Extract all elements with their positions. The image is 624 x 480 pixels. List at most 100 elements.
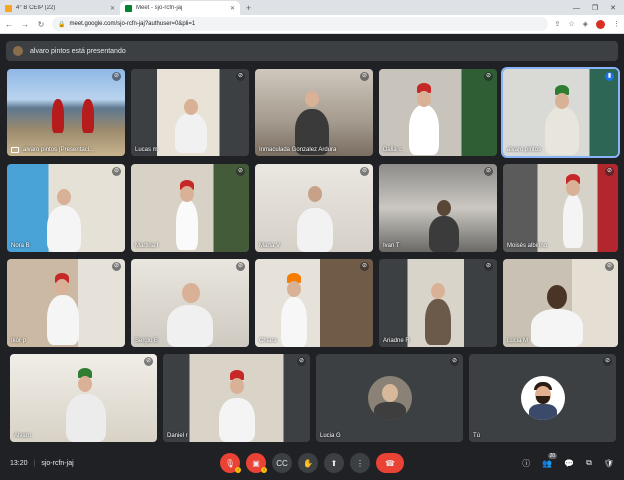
person-head <box>78 376 92 392</box>
person-figure <box>175 113 207 153</box>
call-controls: 🎙! ▣! CC ✋ ⬆ ⋮ ☎ <box>220 453 404 473</box>
participant-tile[interactable]: Marta V ⊘ <box>255 164 373 252</box>
people-count-badge: 20 <box>547 452 558 459</box>
mic-off-icon: ⊘ <box>112 72 121 81</box>
participant-tile[interactable]: Dalia c ⊘ <box>379 69 497 156</box>
mic-off-icon: ⊘ <box>603 357 612 366</box>
share-icon[interactable]: ⇪ <box>554 20 560 28</box>
url-bar[interactable]: 🔒 meet.google.com/sjo-rcfn-jaj?authuser=… <box>52 17 549 31</box>
mic-off-icon: ⊘ <box>236 167 245 176</box>
person-figure <box>176 200 198 250</box>
raise-hand-button[interactable]: ✋ <box>298 453 318 473</box>
person-head <box>431 283 445 299</box>
participant-tile-self[interactable]: Tú ⊘ <box>469 354 616 442</box>
beach-presentation-image <box>7 69 125 156</box>
host-controls-icon[interactable]: 🛡 <box>604 459 614 468</box>
participant-name: alvaro pintos (Presentaci... <box>23 147 95 153</box>
participant-tile[interactable]: Moisés albinno ⊘ <box>503 164 618 252</box>
participant-tile-speaking[interactable]: alvaro pintos ▮ <box>501 67 620 158</box>
person-head <box>566 180 580 196</box>
participant-tile[interactable]: alvaro pintos (Presentaci... ⊘ <box>7 69 125 156</box>
person-head <box>230 378 244 394</box>
microphone-toggle-button[interactable]: 🎙! <box>220 453 241 473</box>
captions-button[interactable]: CC <box>272 453 292 473</box>
participant-tile[interactable]: Lucia M ⊘ <box>503 259 618 347</box>
warning-icon: ! <box>261 467 267 473</box>
close-tab-icon[interactable]: ✕ <box>110 5 115 12</box>
separator: | <box>33 459 36 467</box>
extensions-icon[interactable]: ◈ <box>583 20 588 28</box>
participant-name: Dalia c <box>383 147 402 153</box>
participant-name: Chiara <box>259 338 277 344</box>
reload-icon[interactable]: ↻ <box>36 20 46 29</box>
present-screen-button[interactable]: ⬆ <box>324 453 344 473</box>
maximize-button[interactable]: ❐ <box>592 4 598 12</box>
person-figure <box>47 206 81 252</box>
person-head <box>547 285 567 309</box>
address-bar-row: ← → ↻ 🔒 meet.google.com/sjo-rcfn-jaj?aut… <box>0 15 624 34</box>
participant-tile[interactable]: Daniel r ⊘ <box>163 354 310 442</box>
minimize-button[interactable]: — <box>573 5 580 12</box>
browser-tab-strip: 4° B CEIP (22) ✕ Meet - sjo-rcfn-jaj ✕ +… <box>0 0 624 15</box>
participant-tile[interactable]: Martina I ⊘ <box>131 164 249 252</box>
participant-name: Tú <box>473 433 481 439</box>
mic-off-icon: ⊘ <box>360 262 369 271</box>
person-figure <box>425 299 451 345</box>
person-head <box>182 283 200 303</box>
participant-tile[interactable]: Ivan T ⊘ <box>379 164 497 252</box>
person-figure <box>47 295 79 345</box>
person-figure <box>531 309 583 347</box>
participant-name: Ariadne R <box>383 338 410 344</box>
participant-tile[interactable]: Lucas m ⊘ <box>131 69 249 156</box>
tab-label: Meet - sjo-rcfn-jaj <box>136 5 183 11</box>
participant-tile[interactable]: Chiara ⊘ <box>255 259 373 347</box>
participant-name: Daniel r <box>167 433 188 439</box>
close-tab-icon[interactable]: ✕ <box>230 5 235 12</box>
participant-tile[interactable]: Sergio E ⊘ <box>131 259 249 347</box>
people-icon[interactable]: 👥 20 <box>542 452 558 468</box>
new-tab-button[interactable]: + <box>240 1 257 15</box>
participant-tile[interactable]: Ikor p ⊘ <box>7 259 125 347</box>
profile-avatar[interactable] <box>596 19 605 29</box>
mic-off-icon: ⊘ <box>360 167 369 176</box>
back-icon[interactable]: ← <box>4 20 14 29</box>
person-head <box>308 186 322 202</box>
presenting-text: alvaro pintos está presentando <box>30 47 126 55</box>
participant-tile[interactable]: Inmaculada Gonzalez Ardura ⊘ <box>255 69 373 156</box>
participant-name: alvaro pintos <box>507 147 542 153</box>
lock-icon[interactable]: 🔒 <box>58 21 65 28</box>
person-figure <box>409 105 439 155</box>
participant-tile[interactable]: Lucia G ⊘ <box>316 354 463 442</box>
meet-favicon-icon <box>125 4 132 12</box>
mic-off-icon: ⊘ <box>484 72 493 81</box>
participant-tile[interactable]: Nora B ⊘ <box>7 164 125 252</box>
end-call-button[interactable]: ☎ <box>376 453 404 473</box>
more-options-button[interactable]: ⋮ <box>350 453 370 473</box>
person-figure <box>52 99 64 133</box>
person-head <box>180 186 194 202</box>
participant-name: Sergio E <box>135 338 159 344</box>
url-text: meet.google.com/sjo-rcfn-jaj?authuser=0&… <box>69 21 196 27</box>
mic-off-icon: ⊘ <box>484 262 493 271</box>
chat-icon[interactable]: 💬 <box>564 459 574 468</box>
tab-meet[interactable]: Meet - sjo-rcfn-jaj ✕ <box>120 1 240 15</box>
mic-off-icon: ⊘ <box>144 357 153 366</box>
participant-name: Lucia M <box>507 338 529 344</box>
participant-name: Ivan T <box>383 243 400 249</box>
audio-level-icon: ▮ <box>605 72 614 81</box>
tab-classroom[interactable]: 4° B CEIP (22) ✕ <box>0 1 120 15</box>
participant-tile[interactable]: Alvaro ⊘ <box>10 354 157 442</box>
forward-icon[interactable]: → <box>20 20 30 29</box>
close-window-button[interactable]: ✕ <box>610 4 616 12</box>
bookmark-star-icon[interactable]: ☆ <box>568 20 574 28</box>
participant-name: Lucia G <box>320 433 341 439</box>
camera-toggle-button[interactable]: ▣! <box>246 453 267 473</box>
participant-tile[interactable]: Ariadne R ⊘ <box>379 259 497 347</box>
menu-kebab-icon[interactable]: ⋮ <box>613 20 620 28</box>
meeting-info-icon[interactable]: ⓘ <box>522 458 530 469</box>
activities-icon[interactable]: ⧉ <box>586 458 592 468</box>
person-figure <box>429 216 459 252</box>
mic-off-icon: ⊘ <box>236 262 245 271</box>
mic-off-icon: ⊘ <box>360 72 369 81</box>
classroom-favicon-icon <box>5 4 12 12</box>
